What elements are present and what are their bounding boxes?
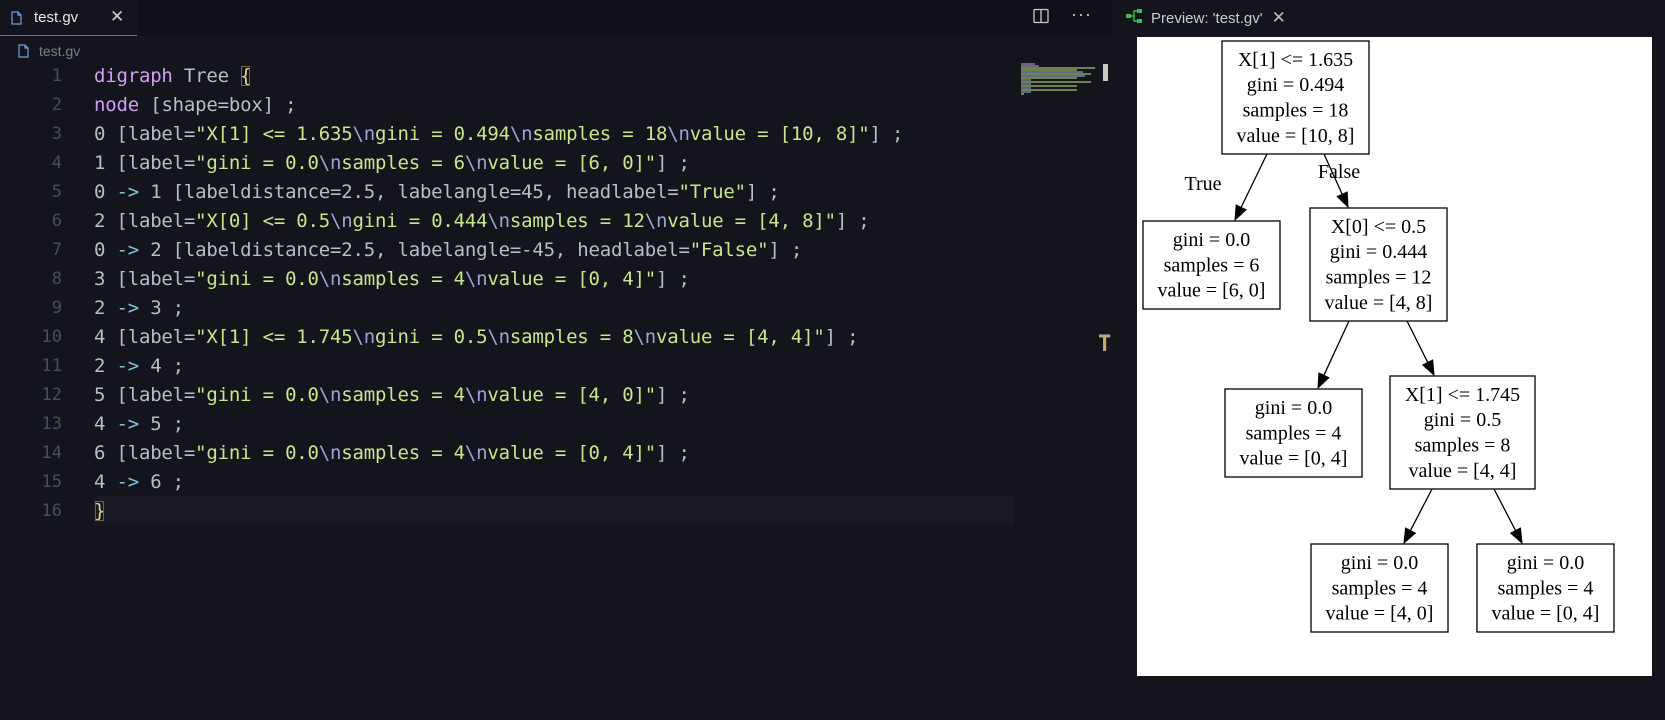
- file-icon: [11, 10, 22, 25]
- edge-line: [1323, 320, 1350, 376]
- minimap[interactable]: [1021, 62, 1099, 96]
- breadcrumb[interactable]: test.gv: [18, 41, 80, 61]
- breadcrumb-label: test.gv: [39, 43, 81, 59]
- tree-node-text: gini = 0.444: [1330, 241, 1427, 263]
- editor-tab-bar: test.gv ✕ ···: [0, 0, 1112, 36]
- tree-node-text: value = [6, 0]: [1158, 280, 1266, 302]
- more-actions-icon[interactable]: ···: [1071, 4, 1092, 25]
- tree-node-text: gini = 0.0: [1255, 397, 1332, 419]
- graph-preview-icon: [1126, 8, 1143, 28]
- line-number: 13: [41, 414, 62, 434]
- code-line: 5 [label="gini = 0.0\nsamples = 4\nvalue…: [94, 384, 690, 406]
- decision-tree-graph: True False X[1] <= 1.635 gini = 0.494 sample…: [1142, 40, 1615, 633]
- tree-node-text: X[1] <= 1.745: [1405, 384, 1520, 406]
- tree-node-text: samples = 12: [1326, 267, 1432, 289]
- edge-line: [1409, 488, 1433, 531]
- tree-node-text: samples = 18: [1243, 100, 1349, 122]
- edge-arrowhead: [1509, 527, 1523, 545]
- line-number: 16: [41, 501, 62, 521]
- text-cursor-marker: T: [1098, 332, 1112, 357]
- tree-node-text: samples = 4: [1246, 422, 1342, 444]
- edge-arrowhead: [1421, 359, 1435, 377]
- tree-node-text: value = [4, 4]: [1409, 460, 1517, 482]
- line-number: 8: [51, 269, 62, 289]
- edge-arrowhead: [1336, 191, 1349, 209]
- tree-node-text: gini = 0.494: [1247, 74, 1344, 96]
- tree-node-text: value = [4, 0]: [1326, 603, 1434, 625]
- preview-tab[interactable]: Preview: 'test.gv' ✕: [1126, 4, 1286, 32]
- line-number-gutter: 1 2 3 4 5 6 7 8 9 10 11 12 13 14 15 16: [0, 62, 70, 526]
- line-number: 12: [41, 385, 62, 405]
- line-number: 4: [51, 153, 62, 173]
- tree-node-text: value = [10, 8]: [1237, 125, 1355, 147]
- code-line: 6 [label="gini = 0.0\nsamples = 4\nvalue…: [94, 442, 690, 464]
- graph-canvas[interactable]: True False X[1] <= 1.635 gini = 0.494 sample…: [1137, 37, 1652, 676]
- code-line: 2 -> 4 ;: [94, 355, 184, 377]
- line-number: 6: [51, 211, 62, 231]
- edge-label: False: [1318, 161, 1360, 183]
- edge-arrowhead: [1317, 372, 1330, 390]
- line-number: 5: [51, 182, 62, 202]
- code-line: 0 [label="X[1] <= 1.635\ngini = 0.494\ns…: [94, 123, 904, 145]
- edge-line: [1240, 153, 1268, 208]
- edge-line: [1493, 488, 1517, 531]
- line-number: 9: [51, 298, 62, 318]
- code-line: node [shape=box] ;: [94, 94, 297, 116]
- tree-node-text: X[0] <= 0.5: [1331, 216, 1426, 238]
- tree-node-text: gini = 0.0: [1341, 552, 1418, 574]
- tree-node-text: samples = 6: [1164, 254, 1260, 276]
- code-area[interactable]: digraph Tree { node [shape=box] ; 0 [lab…: [94, 62, 1014, 526]
- line-number: 3: [51, 124, 62, 144]
- code-line: digraph Tree {: [94, 65, 252, 87]
- code-line: }: [94, 500, 106, 522]
- code-line: 4 [label="X[1] <= 1.745\ngini = 0.5\nsam…: [94, 326, 859, 348]
- tree-node-text: value = [0, 4]: [1240, 448, 1348, 470]
- edge-arrowhead: [1403, 527, 1417, 545]
- line-number: 1: [51, 66, 62, 86]
- tree-node-text: gini = 0.0: [1507, 552, 1584, 574]
- tab-test-gv[interactable]: test.gv ✕: [0, 0, 137, 36]
- edge-line: [1406, 320, 1429, 363]
- tab-title: test.gv: [34, 9, 79, 26]
- editor-pane: test.gv ✕ ··· test.gv 1 2 3 4 5 6 7 8 9 10 11 12 13 1…: [0, 0, 1112, 720]
- code-line: 2 -> 3 ;: [94, 297, 184, 319]
- split-editor-icon[interactable]: [1033, 8, 1049, 29]
- tree-node-text: value = [4, 8]: [1325, 292, 1433, 314]
- code-line: 3 [label="gini = 0.0\nsamples = 4\nvalue…: [94, 268, 690, 290]
- tree-node-text: samples = 4: [1332, 577, 1428, 599]
- code-line: 2 [label="X[0] <= 0.5\ngini = 0.444\nsam…: [94, 210, 870, 232]
- edge-arrowhead: [1234, 204, 1247, 222]
- code-line: 4 -> 5 ;: [94, 413, 184, 435]
- line-number: 11: [41, 356, 62, 376]
- code-line: 0 -> 1 [labeldistance=2.5, labelangle=45…: [94, 181, 780, 203]
- code-line: 0 -> 2 [labeldistance=2.5, labelangle=-4…: [94, 239, 803, 261]
- tree-node-text: value = [0, 4]: [1492, 603, 1600, 625]
- line-number: 7: [51, 240, 62, 260]
- tree-node-text: gini = 0.0: [1173, 229, 1250, 251]
- code-line: 1 [label="gini = 0.0\nsamples = 6\nvalue…: [94, 152, 690, 174]
- tree-node-text: gini = 0.5: [1424, 409, 1501, 431]
- scrollbar-thumb[interactable]: [1103, 64, 1108, 81]
- line-number: 15: [41, 472, 62, 492]
- line-number: 2: [51, 95, 62, 115]
- tab-close-icon[interactable]: ✕: [110, 7, 124, 27]
- preview-pane: Preview: 'test.gv' ✕ True False X[1] <= 1.…: [1112, 0, 1665, 720]
- tree-node-text: samples = 8: [1415, 435, 1511, 457]
- preview-close-icon[interactable]: ✕: [1272, 8, 1286, 28]
- tree-node-text: samples = 4: [1498, 577, 1594, 599]
- code-line: 4 -> 6 ;: [94, 471, 184, 493]
- edge-label: True: [1184, 173, 1221, 195]
- file-icon: [18, 44, 29, 58]
- line-number: 10: [41, 327, 62, 347]
- tree-node-text: X[1] <= 1.635: [1238, 49, 1353, 71]
- line-number: 14: [41, 443, 62, 463]
- preview-title: Preview: 'test.gv': [1151, 9, 1263, 27]
